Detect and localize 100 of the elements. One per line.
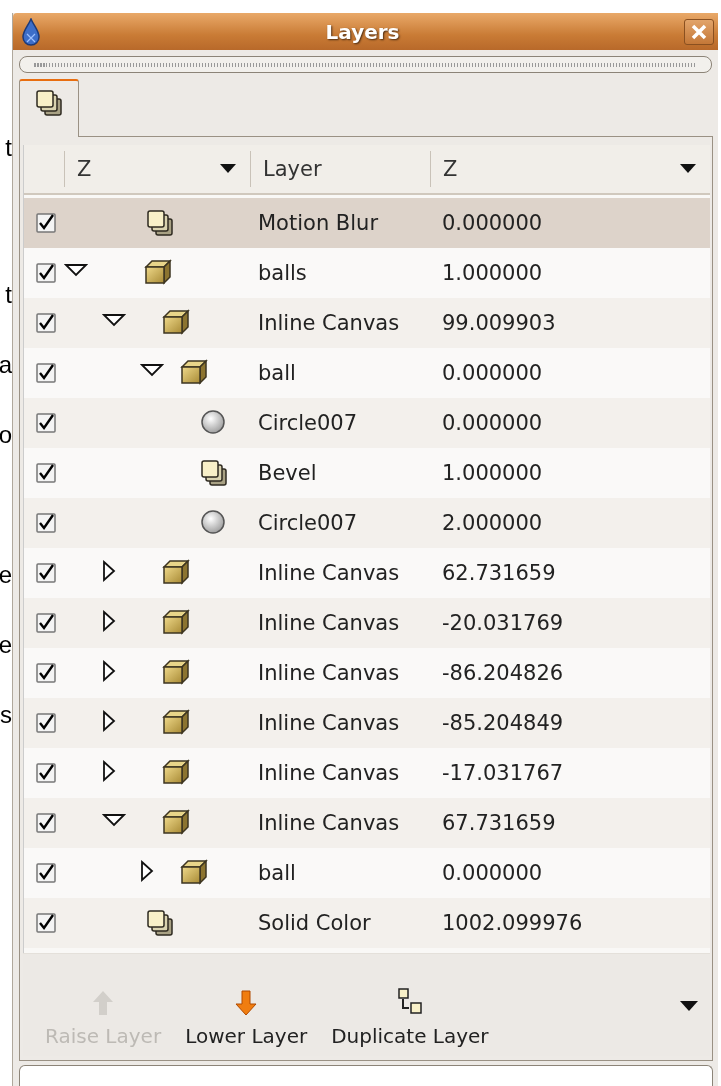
expander-icon[interactable]: [102, 559, 116, 582]
cube-icon: [144, 258, 172, 285]
up-arrow-icon: [92, 990, 115, 1016]
down-arrow-icon: [235, 990, 258, 1016]
background-text: s: [0, 701, 12, 729]
toolbar-button[interactable]: Duplicate Layer: [319, 988, 501, 1048]
z-value: 62.731659: [441, 560, 556, 585]
column-header[interactable]: Z: [64, 150, 250, 187]
z-value: 0.000000: [441, 860, 543, 885]
expander-icon[interactable]: [102, 812, 126, 827]
close-icon: [691, 23, 707, 40]
layer-name: Inline Canvas: [257, 310, 401, 335]
background-text: o: [0, 421, 12, 449]
checkbox[interactable]: [36, 662, 56, 683]
window-title: Layers: [324, 19, 401, 44]
layer-name: Solid Color: [257, 910, 372, 935]
checkbox[interactable]: [36, 412, 56, 433]
layer-name: Inline Canvas: [257, 760, 401, 785]
checkbox[interactable]: [36, 362, 56, 383]
checkbox[interactable]: [36, 912, 56, 933]
expander-icon[interactable]: [140, 362, 164, 377]
checkbox[interactable]: [36, 712, 56, 733]
expander-icon[interactable]: [102, 609, 116, 632]
stacked-squares-icon: [146, 208, 174, 237]
cube-icon: [162, 808, 190, 835]
layer-name: Inline Canvas: [257, 610, 401, 635]
checkbox[interactable]: [36, 262, 56, 283]
layer-name: Bevel: [257, 460, 318, 485]
layer-name: Inline Canvas: [257, 710, 401, 735]
cube-icon: [162, 758, 190, 785]
layer-name: ball: [257, 860, 297, 885]
drop-icon: [21, 17, 41, 46]
z-value: 1002.099976: [441, 910, 583, 935]
checkbox[interactable]: [36, 462, 56, 483]
layer-name: balls: [257, 260, 308, 285]
checkbox[interactable]: [36, 812, 56, 833]
dropdown-arrow-icon: [680, 1001, 698, 1011]
layer-row[interactable]: Inline Canvas -85.204849: [24, 697, 710, 748]
z-value: -20.031769: [441, 610, 564, 635]
cube-icon: [162, 558, 190, 585]
background-text: t: [5, 134, 12, 162]
layer-row[interactable]: Inline Canvas -20.031769: [24, 597, 710, 648]
background-text: e: [0, 631, 12, 659]
layer-row[interactable]: Circle007 0.000000: [24, 397, 710, 448]
layer-name: Inline Canvas: [257, 810, 401, 835]
layer-row[interactable]: Circle007 2.000000: [24, 497, 710, 548]
layers-icon: [35, 89, 63, 117]
layer-row[interactable]: Motion Blur 0.000000: [24, 197, 710, 248]
background-text: a: [0, 351, 12, 379]
checkbox[interactable]: [36, 862, 56, 883]
z-value: 1.000000: [441, 260, 543, 285]
background-text: t: [5, 281, 12, 309]
cube-icon: [162, 708, 190, 735]
z-value: 67.731659: [441, 810, 556, 835]
expander-icon[interactable]: [102, 659, 116, 682]
checkbox[interactable]: [36, 212, 56, 233]
z-value: 0.000000: [441, 360, 543, 385]
stacked-squares-icon: [200, 458, 228, 487]
close-button[interactable]: [684, 18, 714, 45]
cube-icon: [162, 658, 190, 685]
layer-name: ball: [257, 360, 297, 385]
z-value: 99.009903: [441, 310, 556, 335]
layer-row[interactable]: Inline Canvas 99.009903: [24, 297, 710, 348]
toolbar-button[interactable]: Lower Layer: [173, 990, 320, 1048]
layer-row[interactable]: Solid Color 1002.099976: [24, 897, 710, 948]
expander-icon[interactable]: [102, 709, 116, 732]
z-value: -85.204849: [441, 710, 564, 735]
cube-icon: [180, 358, 208, 385]
cube-icon: [162, 608, 190, 635]
checkbox[interactable]: [36, 762, 56, 783]
input-field[interactable]: [19, 1065, 713, 1086]
z-value: -86.204826: [441, 660, 564, 685]
expander-icon[interactable]: [102, 759, 116, 782]
checkbox[interactable]: [36, 312, 56, 333]
sphere-icon: [200, 508, 226, 535]
z-value: 0.000000: [441, 210, 543, 235]
layer-name: Inline Canvas: [257, 560, 401, 585]
expander-icon[interactable]: [64, 262, 88, 277]
checkbox[interactable]: [36, 612, 56, 633]
drag-handle[interactable]: [19, 56, 712, 73]
column-header[interactable]: Layer: [250, 150, 430, 187]
layer-row[interactable]: Inline Canvas 67.731659: [24, 797, 710, 848]
sphere-icon: [200, 408, 226, 435]
stacked-squares-icon: [146, 908, 174, 937]
checkbox[interactable]: [36, 562, 56, 583]
z-value: 0.000000: [441, 410, 543, 435]
layer-name: Circle007: [257, 510, 359, 535]
duplicate-icon: [396, 988, 423, 1016]
cube-icon: [180, 858, 208, 885]
layer-name: Motion Blur: [257, 210, 380, 235]
layer-name: Inline Canvas: [257, 660, 401, 685]
expander-icon[interactable]: [140, 859, 154, 882]
background-text: e: [0, 561, 12, 589]
tab[interactable]: [19, 79, 79, 137]
cube-icon: [162, 308, 190, 335]
z-value: 1.000000: [441, 460, 543, 485]
column-header[interactable]: Z: [430, 150, 710, 187]
checkbox[interactable]: [36, 512, 56, 533]
z-value: 2.000000: [441, 510, 543, 535]
expander-icon[interactable]: [102, 312, 126, 327]
